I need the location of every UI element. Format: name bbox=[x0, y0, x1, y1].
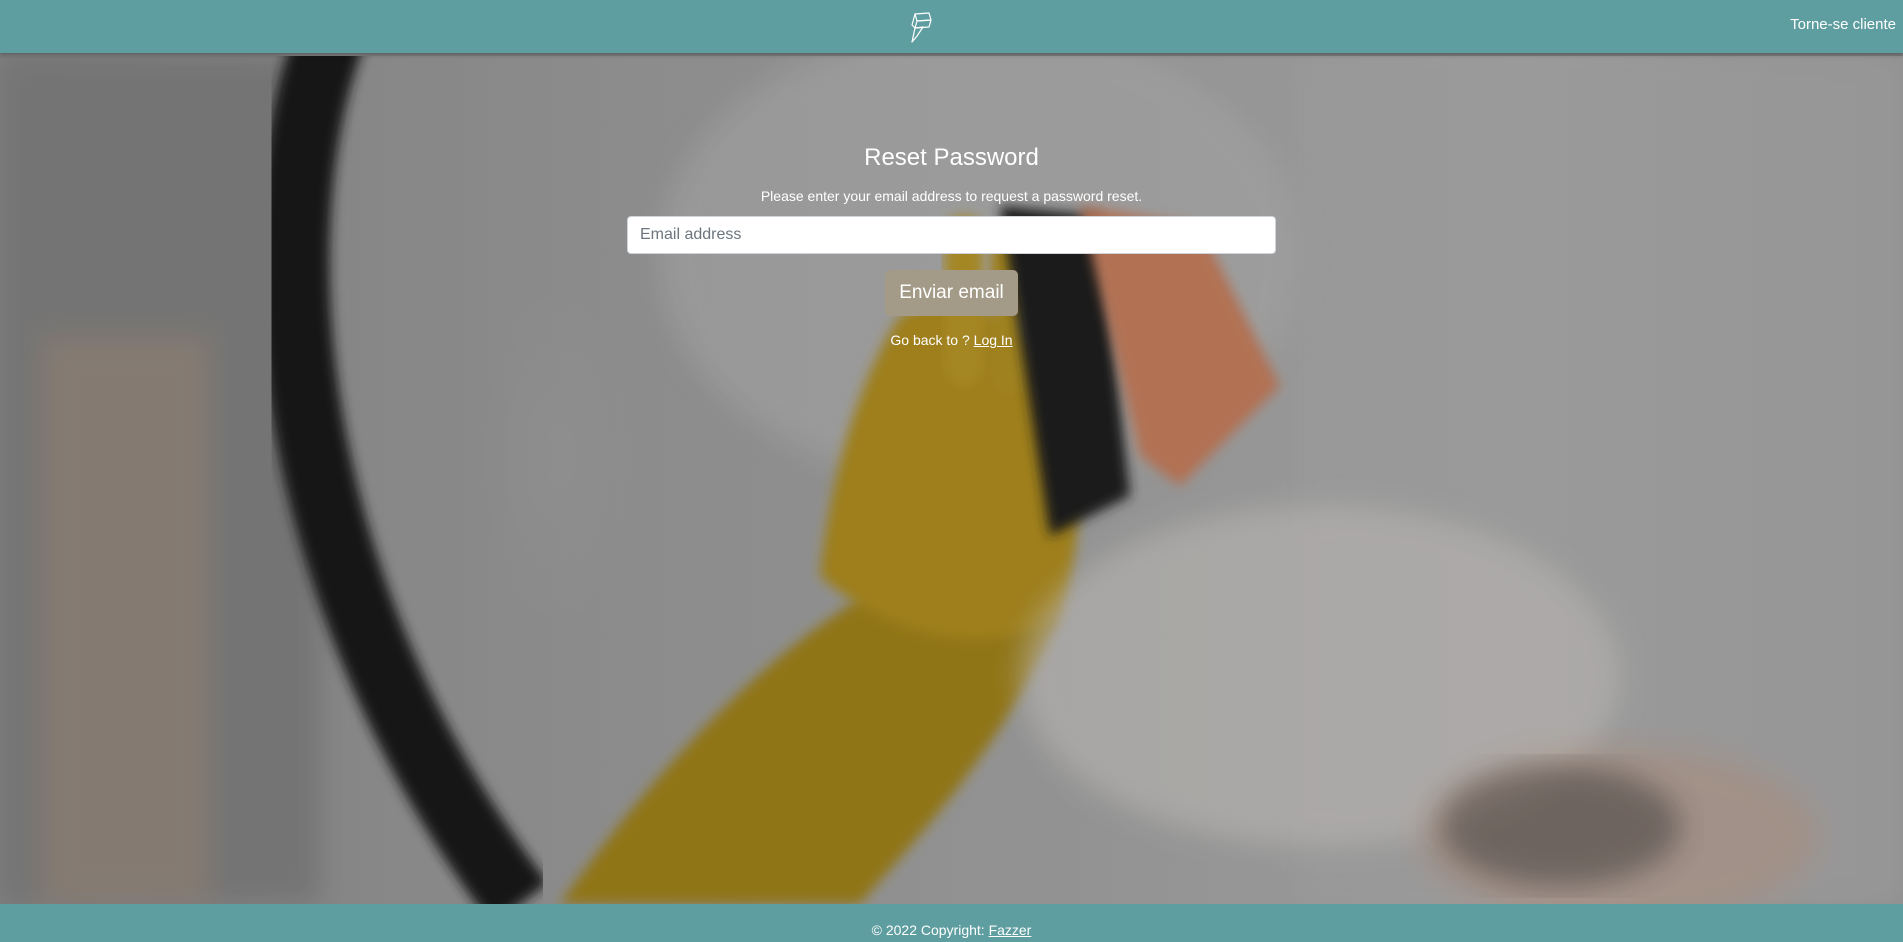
back-prefix-text: Go back to ? bbox=[890, 332, 970, 348]
fazzer-logo-icon[interactable] bbox=[909, 11, 935, 45]
top-navbar: Torne-se cliente bbox=[0, 0, 1903, 53]
email-input[interactable] bbox=[627, 216, 1276, 254]
become-client-link[interactable]: Torne-se cliente bbox=[1790, 16, 1896, 33]
login-link[interactable]: Log In bbox=[974, 332, 1013, 348]
reset-password-form: Reset Password Please enter your email a… bbox=[0, 56, 1903, 350]
page-title: Reset Password bbox=[864, 144, 1039, 171]
send-email-button[interactable]: Enviar email bbox=[885, 270, 1018, 316]
instructions-text: Please enter your email address to reque… bbox=[760, 188, 1143, 204]
page: Torne-se cliente Reset Password Please e… bbox=[0, 0, 1903, 942]
back-to-login-line: Go back to ? Log In bbox=[0, 330, 1903, 350]
fazzer-link[interactable]: Fazzer bbox=[989, 922, 1032, 938]
copyright-text: © 2022 Copyright: bbox=[871, 922, 985, 938]
footer: © 2022 Copyright: Fazzer bbox=[0, 904, 1903, 942]
